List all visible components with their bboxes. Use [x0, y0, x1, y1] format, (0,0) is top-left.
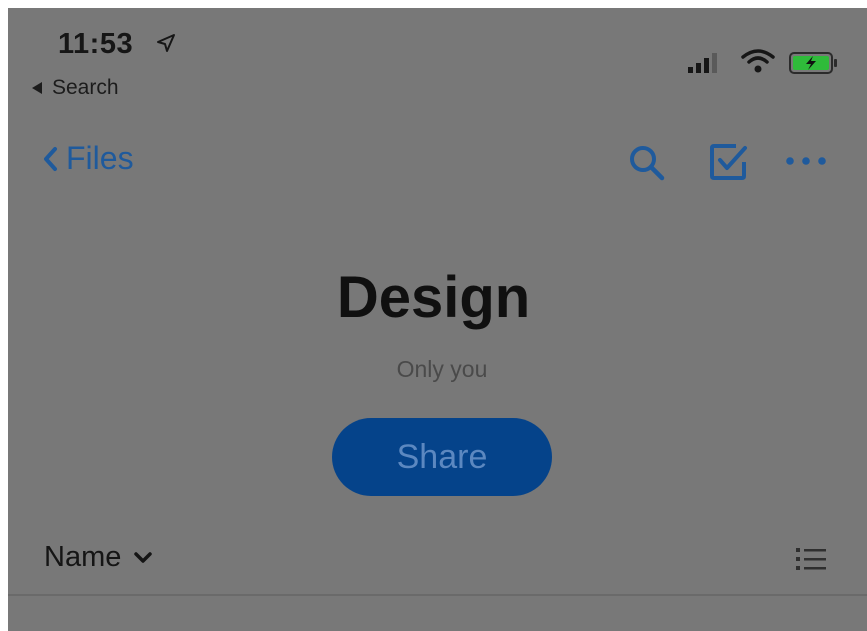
- back-to-files-label: Files: [66, 140, 134, 176]
- files-screen: 11:53 Search Files Design Only you Share…: [0, 0, 867, 631]
- wifi-icon: [741, 49, 775, 73]
- divider: [8, 594, 867, 596]
- back-triangle-icon: [32, 82, 42, 94]
- chevron-down-icon: [134, 551, 153, 563]
- more-icon[interactable]: [785, 156, 827, 166]
- sort-label: Name: [44, 541, 122, 573]
- list-view-icon[interactable]: [796, 546, 826, 572]
- battery-charging-icon: [789, 52, 837, 74]
- folder-title: Design: [336, 265, 531, 330]
- location-arrow-icon: [157, 34, 175, 52]
- chevron-left-icon: [44, 146, 57, 171]
- frame-edge-top: [0, 0, 867, 8]
- share-button[interactable]: Share: [332, 418, 552, 496]
- back-to-files-button[interactable]: Files: [42, 140, 134, 177]
- cellular-signal-icon: [688, 53, 717, 73]
- status-time: 11:53: [58, 28, 134, 60]
- sharing-status: Only you: [396, 356, 488, 382]
- back-to-app-label: Search: [52, 76, 119, 99]
- sort-by-button[interactable]: Name: [44, 541, 153, 574]
- back-to-app-button[interactable]: Search: [32, 76, 119, 100]
- search-icon[interactable]: [628, 144, 666, 182]
- select-checkbox-icon[interactable]: [708, 142, 748, 182]
